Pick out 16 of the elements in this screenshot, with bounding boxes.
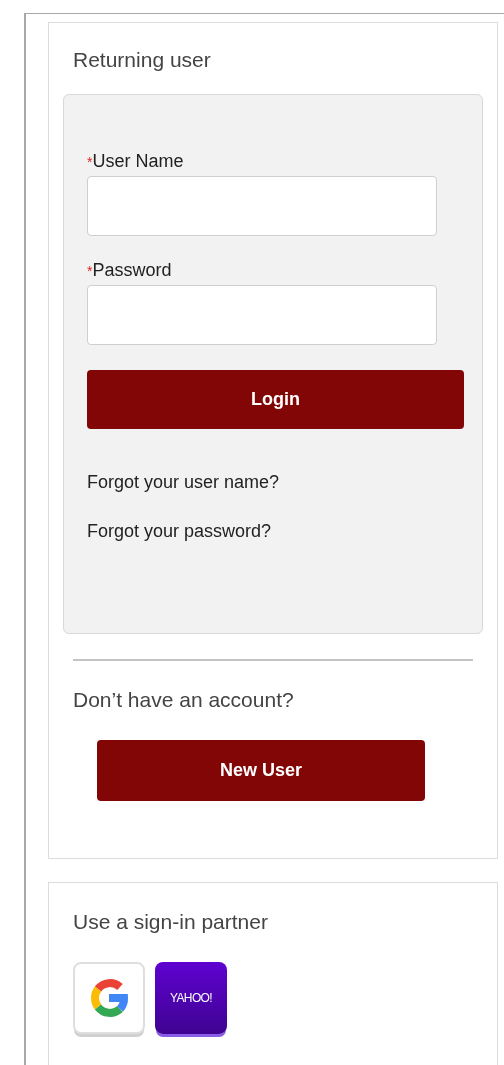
partner-button[interactable]: YAHOO!	[155, 962, 227, 1034]
section-title: Returning user	[72, 49, 212, 70]
forgot-link[interactable]: Forgot your password?	[87, 518, 272, 545]
label-text: Password	[92, 260, 172, 280]
login-button[interactable]: Login	[87, 370, 464, 429]
required-mark: *	[87, 263, 93, 279]
input-field[interactable]	[87, 176, 437, 236]
partner-button[interactable]	[73, 962, 145, 1034]
required-mark: *	[87, 154, 93, 170]
new-user-button[interactable]: New User	[97, 740, 425, 801]
g-logo-icon	[89, 978, 129, 1018]
input-field[interactable]	[87, 285, 437, 345]
label-text: User Name	[92, 151, 184, 171]
account-prompt: Don’t have an account?	[72, 689, 295, 710]
forgot-link[interactable]: Forgot your user name?	[87, 469, 280, 496]
section-title: Use a sign-in partner	[73, 911, 269, 932]
